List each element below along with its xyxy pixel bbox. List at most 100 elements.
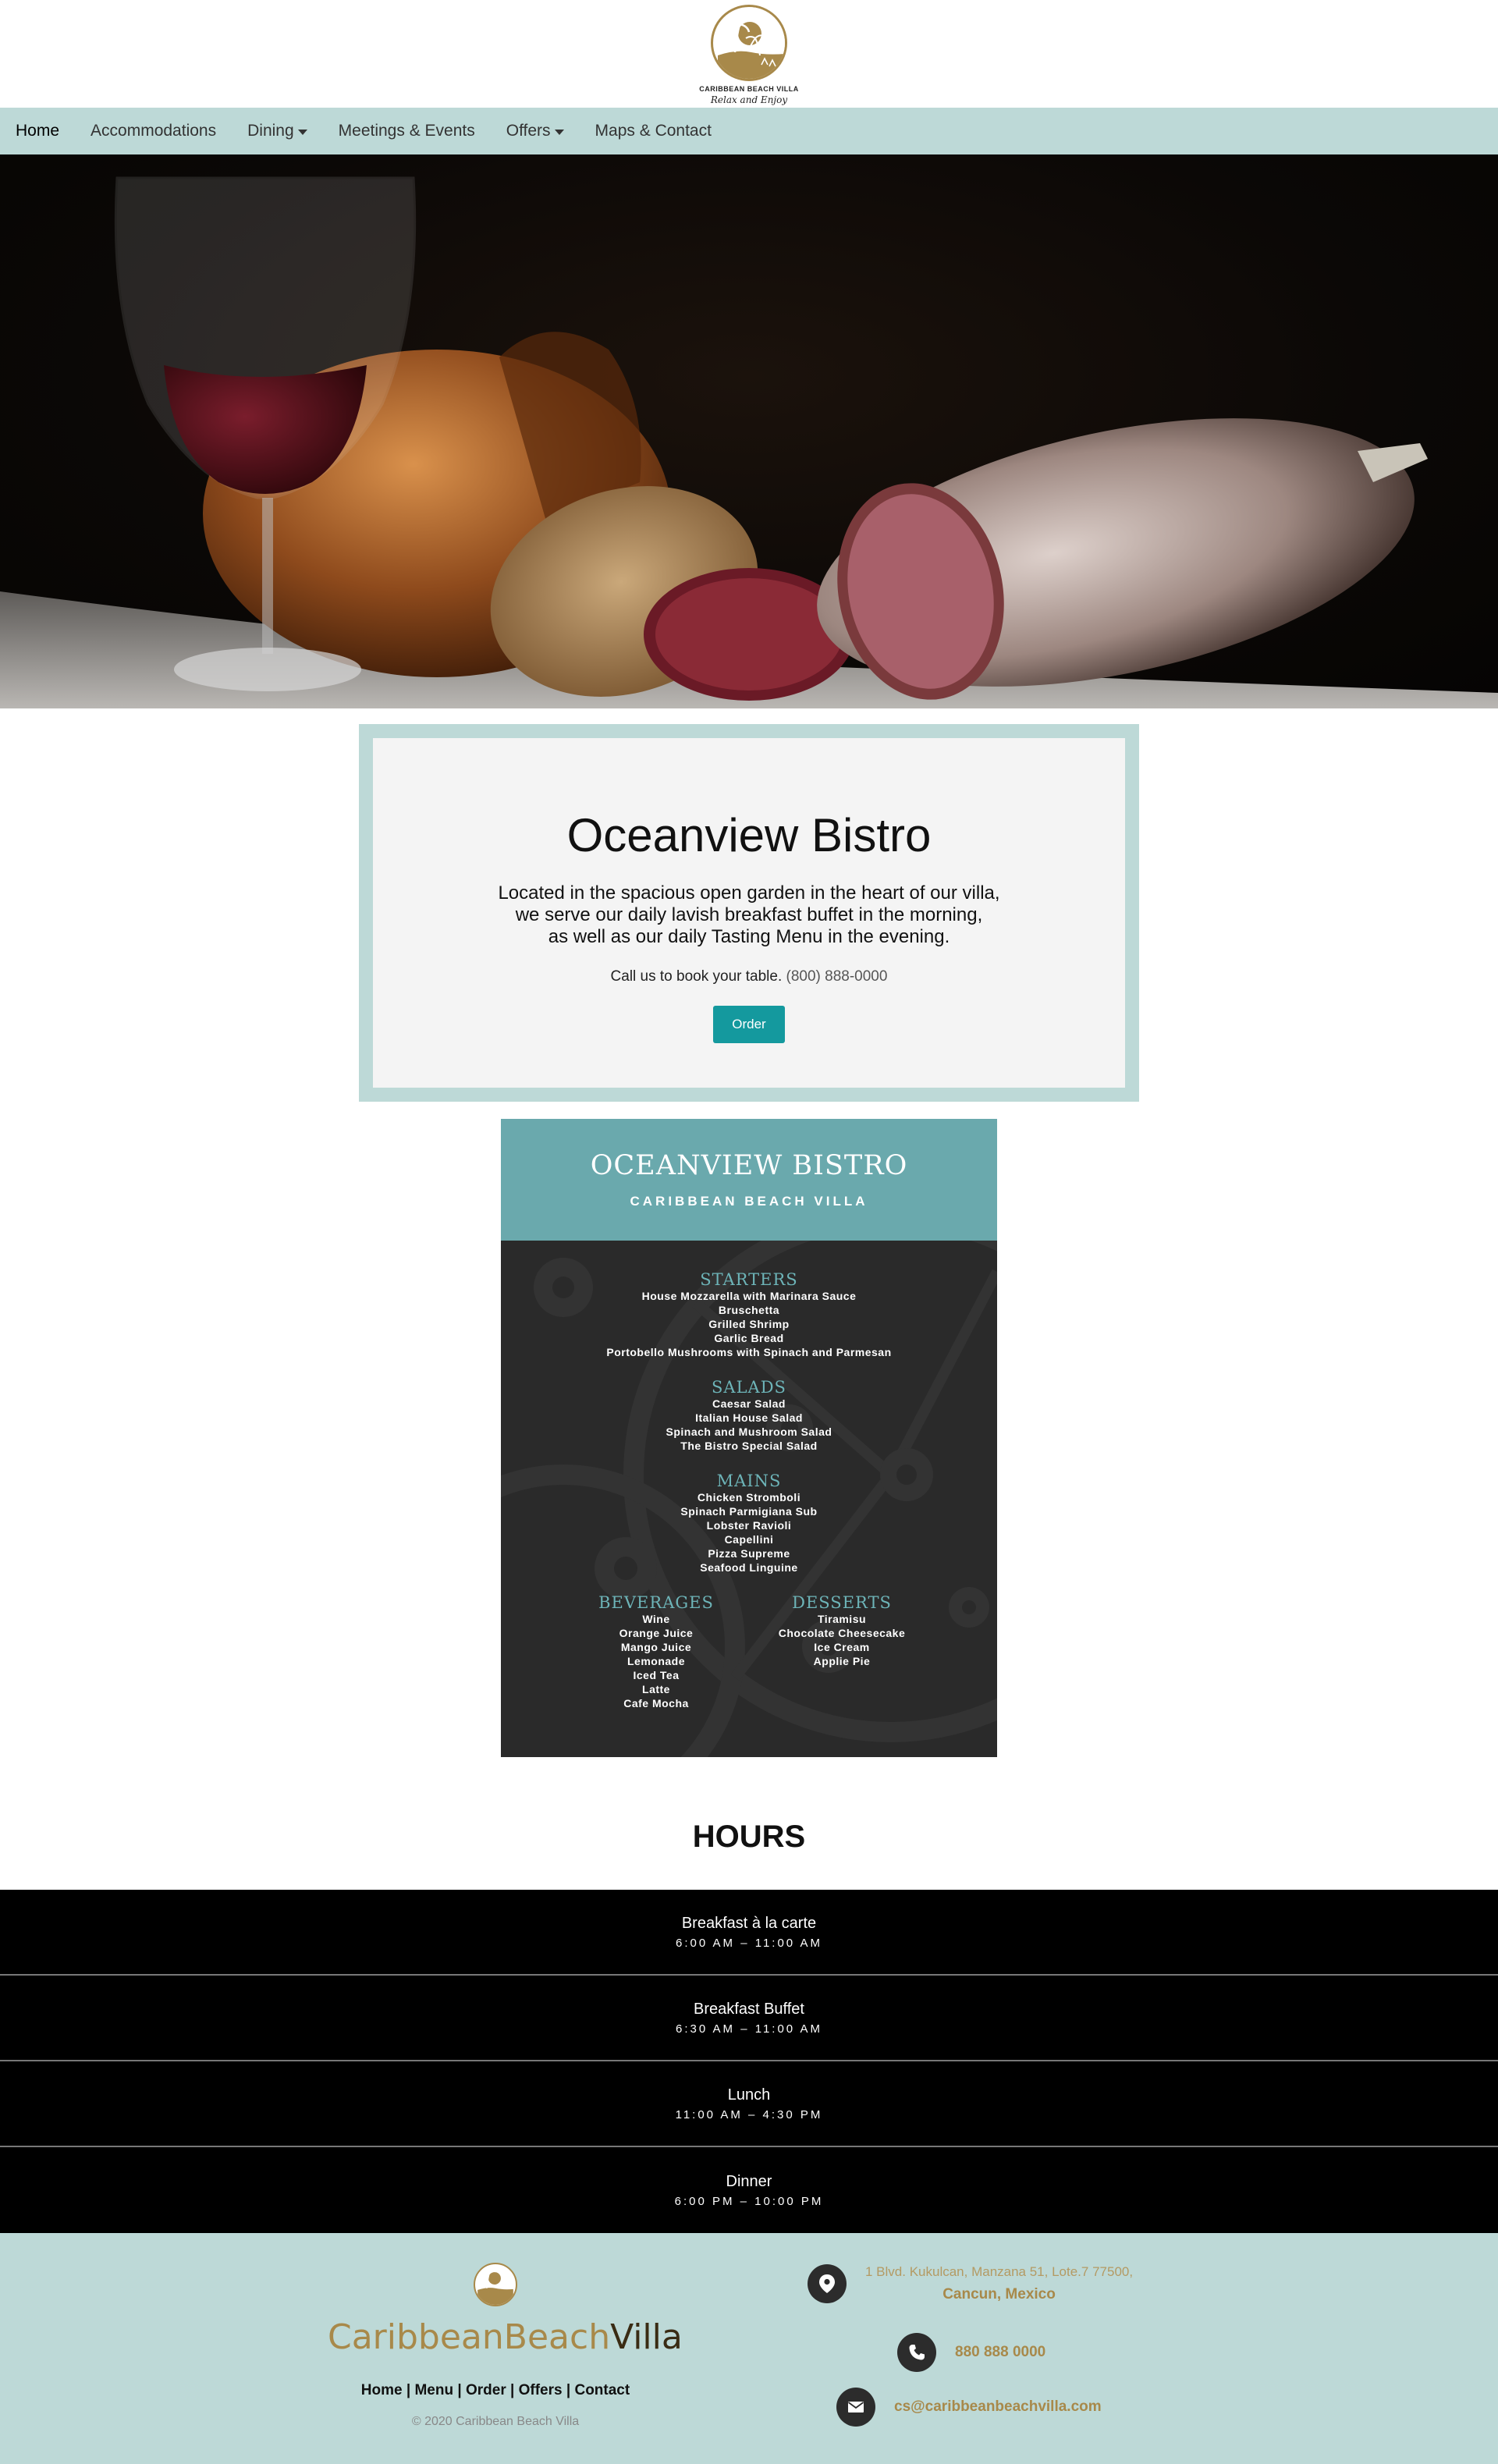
menu-item: House Mozzarella with Marinara Sauce xyxy=(641,1290,857,1302)
menu-section-title: MAINS xyxy=(716,1472,782,1490)
address-line-2: Cancun, Mexico xyxy=(942,2286,1056,2302)
footer-link-menu[interactable]: Menu xyxy=(414,2382,453,2398)
footer-link-offers[interactable]: Offers xyxy=(519,2382,563,2398)
menu-section-starters: STARTERS House Mozzarella with Marinara … xyxy=(501,1270,997,1359)
footer-link-separator: | xyxy=(406,2382,411,2398)
menu-item: Cafe Mocha xyxy=(623,1697,689,1710)
menu-section-title: STARTERS xyxy=(700,1270,798,1289)
site-header: CARIBBEAN BEACH VILLA Relax and Enjoy xyxy=(0,0,1498,108)
menu-item: Grilled Shrimp xyxy=(708,1318,790,1330)
menu-item: Chicken Stromboli xyxy=(697,1491,801,1504)
meal-name: Breakfast Buffet xyxy=(694,2000,804,2018)
meal-time: 6:00 AM – 11:00 AM xyxy=(676,1936,822,1950)
menu-section-salads: SALADS Caesar Salad Italian House Salad … xyxy=(501,1378,997,1453)
menu-section-mains: MAINS Chicken Stromboli Spinach Parmigia… xyxy=(501,1472,997,1575)
footer-phone[interactable]: 880 888 0000 xyxy=(955,2344,1045,2361)
intro-desc-line: we serve our daily lavish breakfast buff… xyxy=(515,904,983,925)
call-label: Call us to book your table. xyxy=(610,968,783,985)
intro-description: Located in the spacious open garden in t… xyxy=(498,882,999,948)
footer-link-contact[interactable]: Contact xyxy=(574,2382,630,2398)
meal-time: 11:00 AM – 4:30 PM xyxy=(675,2107,823,2121)
nav-item-meetings-events[interactable]: Meetings & Events xyxy=(339,122,475,140)
footer-brand-part2: Villa xyxy=(610,2317,683,2357)
menu-card: OCEANVIEW BISTRO CARIBBEAN BEACH VILLA S… xyxy=(501,1119,997,1757)
menu-item: Pizza Supreme xyxy=(708,1547,790,1560)
nav-label: Home xyxy=(16,122,60,140)
copyright: © 2020 Caribbean Beach Villa xyxy=(411,2415,580,2428)
nav-item-home[interactable]: Home xyxy=(16,122,59,140)
phone-icon xyxy=(897,2333,936,2372)
nav-item-accommodations[interactable]: Accommodations xyxy=(91,122,216,140)
meal-time: 6:00 PM – 10:00 PM xyxy=(674,2194,824,2208)
hours-list: Breakfast à la carte 6:00 AM – 11:00 AM … xyxy=(0,1890,1498,2233)
menu-item: Spinach Parmigiana Sub xyxy=(680,1505,818,1518)
contact-email[interactable]: cs@caribbeanbeachvilla.com xyxy=(836,2388,1102,2427)
intro-desc-line: as well as our daily Tasting Menu in the… xyxy=(548,926,950,947)
nav-label: Accommodations xyxy=(91,122,217,140)
menu-item: Applie Pie xyxy=(813,1655,871,1667)
menu-item: Caesar Salad xyxy=(712,1397,786,1410)
hours-row: Breakfast à la carte 6:00 AM – 11:00 AM xyxy=(0,1890,1498,1976)
menu-item: Lemonade xyxy=(627,1655,685,1667)
contact-phone[interactable]: 880 888 0000 xyxy=(897,2333,1045,2372)
hours-row: Dinner 6:00 PM – 10:00 PM xyxy=(0,2147,1498,2233)
menu-section-title: DESSERTS xyxy=(792,1593,892,1612)
menu-section-title: BEVERAGES xyxy=(598,1593,714,1612)
hours-title: HOURS xyxy=(692,1820,806,1854)
meal-name: Lunch xyxy=(727,2086,771,2104)
footer-logo-icon[interactable] xyxy=(474,2263,517,2306)
address-text: 1 Blvd. Kukulcan, Manzana 51, Lote.7 775… xyxy=(865,2264,1133,2303)
footer-brand-block: CaribbeanBeachVilla Home | Menu | Order … xyxy=(328,2263,683,2429)
menu-item: Bruschetta xyxy=(718,1304,780,1316)
hours-row: Breakfast Buffet 6:30 AM – 11:00 AM xyxy=(0,1976,1498,2061)
menu-two-column: BEVERAGES Wine Orange Juice Mango Juice … xyxy=(501,1593,997,1710)
main-nav: Home Accommodations Dining Meetings & Ev… xyxy=(0,108,1498,154)
footer-link-home[interactable]: Home xyxy=(361,2382,403,2398)
menu-item: The Bistro Special Salad xyxy=(680,1440,818,1452)
footer-brand-part1: CaribbeanBeach xyxy=(328,2317,611,2357)
intro-box: Oceanview Bistro Located in the spacious… xyxy=(373,738,1125,1088)
address-line-1: 1 Blvd. Kukulcan, Manzana 51, Lote.7 775… xyxy=(865,2264,1134,2279)
meal-time: 6:30 AM – 11:00 AM xyxy=(676,2022,822,2036)
palm-tree-logo-icon xyxy=(711,5,787,81)
menu-item: Italian House Salad xyxy=(695,1411,803,1424)
page-title: Oceanview Bistro xyxy=(566,809,932,861)
caret-down-icon xyxy=(297,129,307,135)
menu-item: Orange Juice xyxy=(619,1627,694,1639)
footer-brand: CaribbeanBeachVilla xyxy=(328,2317,683,2357)
menu-header: OCEANVIEW BISTRO CARIBBEAN BEACH VILLA xyxy=(501,1119,997,1241)
nav-item-maps-contact[interactable]: Maps & Contact xyxy=(595,122,712,140)
nav-item-dining[interactable]: Dining xyxy=(247,122,307,140)
nav-label: Offers xyxy=(506,122,551,140)
footer-email[interactable]: cs@caribbeanbeachvilla.com xyxy=(894,2398,1102,2416)
site-logo[interactable]: CARIBBEAN BEACH VILLA Relax and Enjoy xyxy=(690,5,808,105)
menu-item: Mango Juice xyxy=(620,1641,692,1653)
order-button[interactable]: Order xyxy=(713,1006,785,1043)
intro-desc-line: Located in the spacious open garden in t… xyxy=(498,882,1000,904)
menu-item: Tiramisu xyxy=(817,1613,867,1625)
intro-section: Oceanview Bistro Located in the spacious… xyxy=(359,724,1139,1102)
map-pin-icon xyxy=(808,2264,847,2303)
site-footer: CaribbeanBeachVilla Home | Menu | Order … xyxy=(0,2233,1498,2464)
menu-item: Wine xyxy=(642,1613,670,1625)
logo-tagline: Relax and Enjoy xyxy=(710,94,788,105)
nav-item-offers[interactable]: Offers xyxy=(506,122,564,140)
contact-address: 1 Blvd. Kukulcan, Manzana 51, Lote.7 775… xyxy=(808,2264,1133,2303)
nav-label: Meetings & Events xyxy=(338,122,475,140)
menu-item: Chocolate Cheesecake xyxy=(778,1627,906,1639)
footer-link-order[interactable]: Order xyxy=(466,2382,506,2398)
footer-link-separator: | xyxy=(510,2382,515,2398)
nav-label: Dining xyxy=(247,122,294,140)
booking-phone-link[interactable]: (800) 888-0000 xyxy=(786,968,888,985)
menu-item: Seafood Linguine xyxy=(700,1561,798,1574)
menu-subtitle: CARIBBEAN BEACH VILLA xyxy=(630,1194,868,1209)
hero-image xyxy=(0,154,1498,708)
footer-link-separator: | xyxy=(457,2382,462,2398)
caret-down-icon xyxy=(554,129,564,135)
hours-row: Lunch 11:00 AM – 4:30 PM xyxy=(0,2061,1498,2147)
menu-item: Latte xyxy=(642,1683,670,1695)
booking-call-text: Call us to book your table. (800) 888-00… xyxy=(611,968,888,985)
menu-item: Capellini xyxy=(724,1533,774,1546)
menu-body: STARTERS House Mozzarella with Marinara … xyxy=(501,1241,997,1757)
menu-item: Portobello Mushrooms with Spinach and Pa… xyxy=(606,1346,892,1358)
